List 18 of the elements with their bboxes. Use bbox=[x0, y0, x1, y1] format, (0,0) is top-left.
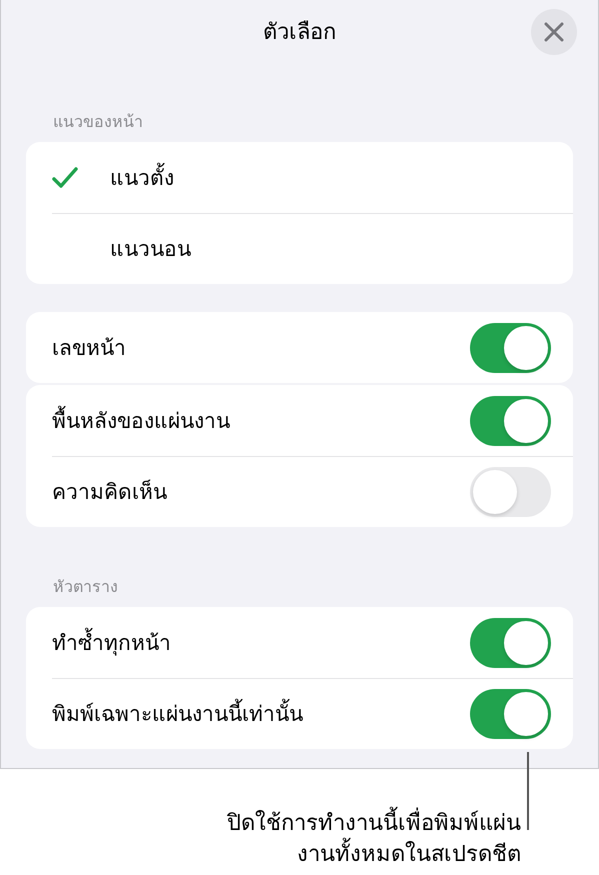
close-button[interactable] bbox=[531, 9, 577, 55]
toggle-switch[interactable] bbox=[470, 396, 551, 446]
toggle-switch[interactable] bbox=[470, 688, 551, 738]
section-header: แนวของหน้า bbox=[53, 111, 143, 133]
callout-text: ปิดใช้การทำงานนี้เพื่อพิมพ์แผ่น งานทั้งหมดในสเปรดชีต bbox=[227, 808, 521, 870]
option-label[interactable]: แนวนอน bbox=[110, 232, 551, 265]
setting-label: พื้นหลังของแผ่นงาน bbox=[52, 404, 470, 437]
setting-label: เลขหน้า bbox=[52, 335, 127, 362]
toggle-switch[interactable] bbox=[470, 466, 551, 516]
setting-label: ทำซ้ำทุกหน้า bbox=[52, 626, 470, 659]
close-icon bbox=[544, 22, 564, 42]
sheet-title: ตัวเลือก bbox=[263, 18, 336, 46]
setting-label: พิมพ์เฉพาะแผ่นงานนี้เท่านั้น bbox=[52, 697, 470, 730]
toggle-switch[interactable] bbox=[470, 322, 551, 372]
setting-label: ความคิดเห็น bbox=[52, 478, 168, 506]
toggle-switch[interactable] bbox=[470, 618, 551, 668]
option-label[interactable]: แนวตั้ง bbox=[110, 161, 551, 194]
section-header: หัวตาราง bbox=[53, 576, 118, 598]
